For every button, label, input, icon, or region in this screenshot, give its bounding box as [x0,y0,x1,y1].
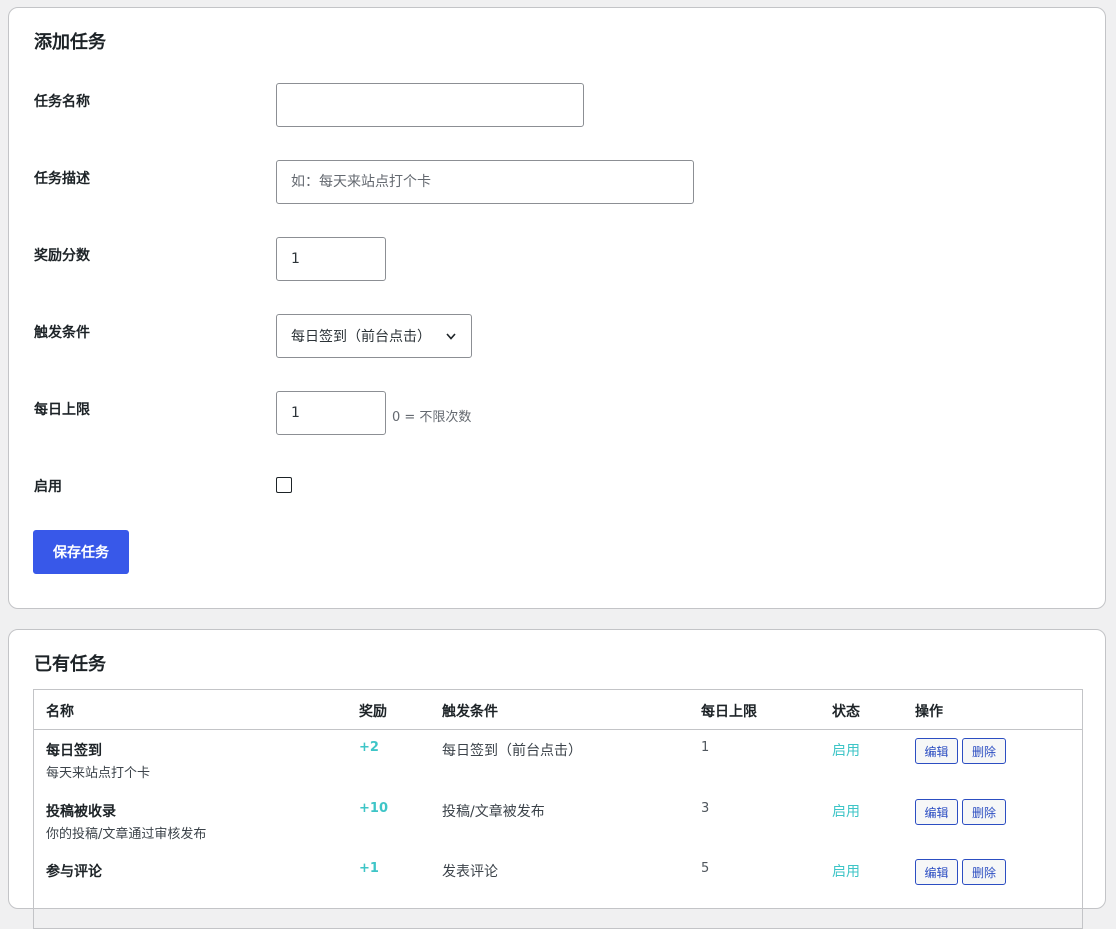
task-list-title: 已有任务 [34,654,106,675]
task-table: 名称 奖励 触发条件 每日上限 状态 操作 每日签到 每天来站点打个卡 +2 每… [33,689,1083,929]
delete-button[interactable]: 删除 [962,799,1006,825]
daily-limit-input[interactable] [276,391,386,435]
task-trigger: 每日签到（前台点击） [442,743,582,759]
enabled-checkbox[interactable] [276,477,292,493]
task-name-label: 任务名称 [34,94,90,110]
task-list-card: 已有任务 名称 奖励 触发条件 每日上限 状态 操作 每日签到 每天来站点打个卡… [8,629,1106,929]
enabled-label: 启用 [34,479,62,495]
header-limit: 每日上限 [701,704,757,720]
daily-limit-hint: 0 = 不限次数 [392,410,472,425]
task-reward: +1 [359,861,379,876]
header-trigger: 触发条件 [442,704,498,720]
delete-button[interactable]: 删除 [962,738,1006,764]
edit-button[interactable]: 编辑 [915,859,958,885]
table-row: 投稿被收录 你的投稿/文章通过审核发布 +10 投稿/文章被发布 3 启用 编辑… [34,791,1082,851]
header-actions: 操作 [915,704,943,720]
reward-label: 奖励分数 [34,248,90,264]
task-limit: 3 [701,801,710,816]
task-reward: +10 [359,801,388,816]
add-task-card: 添加任务 任务名称 任务描述 奖励分数 触发条件 每日签到（前台点击） 每日上限… [8,7,1106,609]
task-name: 参与评论 [46,864,102,880]
task-limit: 1 [701,740,710,755]
status-badge: 启用 [832,864,860,880]
task-limit: 5 [701,861,710,876]
daily-limit-label: 每日上限 [34,402,90,418]
task-name: 每日签到 [46,743,102,759]
task-reward: +2 [359,740,379,755]
chevron-down-icon [446,333,456,340]
trigger-label: 触发条件 [34,325,90,341]
status-badge: 启用 [832,743,860,759]
status-badge: 启用 [832,804,860,820]
trigger-select-value: 每日签到（前台点击） [291,329,431,345]
table-row: 参与评论 +1 发表评论 5 启用 编辑 删除 [34,851,1082,911]
header-reward: 奖励 [359,704,387,720]
task-name: 投稿被收录 [46,804,116,820]
task-description: 你的投稿/文章通过审核发布 [46,827,207,842]
save-task-button[interactable]: 保存任务 [33,530,129,574]
add-task-title: 添加任务 [34,32,106,53]
header-status: 状态 [832,704,860,720]
task-trigger: 发表评论 [442,864,498,880]
header-name: 名称 [46,704,74,720]
task-description: 每天来站点打个卡 [46,766,151,781]
edit-button[interactable]: 编辑 [915,738,958,764]
task-name-input[interactable] [276,83,584,127]
edit-button[interactable]: 编辑 [915,799,958,825]
task-trigger: 投稿/文章被发布 [442,804,545,820]
reward-input[interactable] [276,237,386,281]
trigger-select[interactable]: 每日签到（前台点击） [276,314,472,358]
task-description-input[interactable] [276,160,694,204]
table-row: 每日签到 每天来站点打个卡 +2 每日签到（前台点击） 1 启用 编辑 删除 [34,730,1082,790]
delete-button[interactable]: 删除 [962,859,1006,885]
task-description-label: 任务描述 [34,171,90,187]
table-header: 名称 奖励 触发条件 每日上限 状态 操作 [34,690,1082,730]
